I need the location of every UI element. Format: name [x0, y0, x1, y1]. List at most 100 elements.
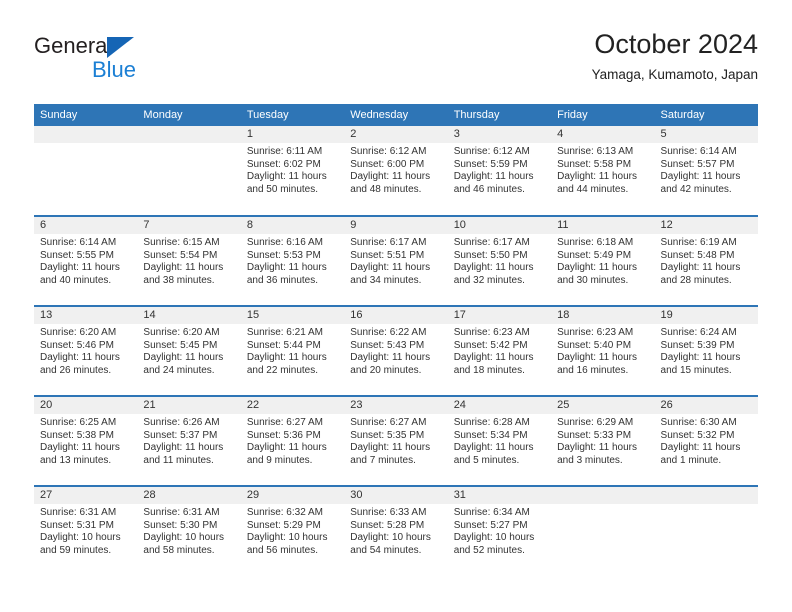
day-cell[interactable]: 24 Sunrise: 6:28 AM Sunset: 5:34 PM Dayl… — [447, 395, 552, 486]
day-cell[interactable]: 31 Sunrise: 6:34 AM Sunset: 5:27 PM Dayl… — [447, 485, 552, 576]
sunrise-text: Sunrise: 6:12 AM — [350, 146, 427, 157]
day-cell[interactable]: 26 Sunrise: 6:30 AM Sunset: 5:32 PM Dayl… — [654, 395, 758, 486]
day-cell[interactable]: 23 Sunrise: 6:27 AM Sunset: 5:35 PM Dayl… — [344, 395, 448, 486]
sunset-text: Sunset: 5:57 PM — [660, 158, 735, 170]
sunset-text: Sunset: 5:27 PM — [453, 519, 528, 531]
daylight-text-line1: Daylight: 11 hours — [350, 442, 431, 454]
day-cell[interactable] — [654, 485, 758, 576]
sunrise-text: Sunrise: 6:29 AM — [557, 417, 634, 428]
day-cell[interactable]: 21 Sunrise: 6:26 AM Sunset: 5:37 PM Dayl… — [137, 395, 241, 486]
sunrise-text: Sunrise: 6:32 AM — [246, 507, 323, 518]
day-details: Sunrise: 6:17 AM Sunset: 5:51 PM Dayligh… — [344, 234, 447, 287]
weekday-header-wednesday: Wednesday — [344, 104, 448, 126]
day-details: Sunrise: 6:15 AM Sunset: 5:54 PM Dayligh… — [137, 234, 240, 287]
daylight-text-line1: Daylight: 10 hours — [453, 532, 535, 544]
sunset-text: Sunset: 5:40 PM — [557, 339, 632, 351]
day-details: Sunrise: 6:23 AM Sunset: 5:42 PM Dayligh… — [448, 324, 551, 377]
day-cell[interactable]: 15 Sunrise: 6:21 AM Sunset: 5:44 PM Dayl… — [240, 305, 345, 396]
day-details: Sunrise: 6:14 AM Sunset: 5:57 PM Dayligh… — [655, 143, 758, 196]
day-cell[interactable]: 14 Sunrise: 6:20 AM Sunset: 5:45 PM Dayl… — [137, 305, 241, 396]
sunset-text: Sunset: 6:00 PM — [350, 158, 425, 170]
day-cell[interactable] — [137, 126, 241, 216]
calendar-week-row: 13 Sunrise: 6:20 AM Sunset: 5:46 PM Dayl… — [34, 305, 758, 396]
sunset-text: Sunset: 5:58 PM — [557, 158, 632, 170]
day-cell[interactable]: 5 Sunrise: 6:14 AM Sunset: 5:57 PM Dayli… — [654, 126, 758, 216]
calendar-week-row: 20 Sunrise: 6:25 AM Sunset: 5:38 PM Dayl… — [34, 395, 758, 486]
logo-text-general: General — [34, 33, 113, 58]
daylight-text-line2: and 36 minutes. — [246, 274, 319, 286]
day-cell[interactable] — [551, 485, 655, 576]
day-cell[interactable]: 2 Sunrise: 6:12 AM Sunset: 6:00 PM Dayli… — [344, 126, 448, 216]
day-cell[interactable]: 20 Sunrise: 6:25 AM Sunset: 5:38 PM Dayl… — [34, 395, 138, 486]
day-cell[interactable]: 29 Sunrise: 6:32 AM Sunset: 5:29 PM Dayl… — [240, 485, 345, 576]
day-cell[interactable]: 11 Sunrise: 6:18 AM Sunset: 5:49 PM Dayl… — [551, 215, 655, 306]
day-details: Sunrise: 6:33 AM Sunset: 5:28 PM Dayligh… — [344, 504, 447, 557]
day-details: Sunrise: 6:31 AM Sunset: 5:31 PM Dayligh… — [34, 504, 137, 557]
day-cell[interactable]: 18 Sunrise: 6:23 AM Sunset: 5:40 PM Dayl… — [551, 305, 655, 396]
day-cell[interactable]: 16 Sunrise: 6:22 AM Sunset: 5:43 PM Dayl… — [344, 305, 448, 396]
day-cell[interactable]: 1 Sunrise: 6:11 AM Sunset: 6:02 PM Dayli… — [240, 126, 345, 216]
calendar-week-row: 1 Sunrise: 6:11 AM Sunset: 6:02 PM Dayli… — [34, 126, 758, 216]
sunset-text: Sunset: 5:46 PM — [40, 339, 114, 351]
day-cell[interactable]: 25 Sunrise: 6:29 AM Sunset: 5:33 PM Dayl… — [551, 395, 655, 486]
day-number: 24 — [447, 397, 552, 414]
daylight-text-line1: Daylight: 10 hours — [143, 532, 225, 544]
daylight-text-line1: Daylight: 11 hours — [660, 442, 741, 454]
day-cell[interactable] — [34, 126, 138, 216]
day-number: 5 — [654, 126, 758, 143]
day-cell[interactable]: 3 Sunrise: 6:12 AM Sunset: 5:59 PM Dayli… — [447, 126, 552, 216]
day-number: 22 — [240, 397, 345, 414]
day-cell[interactable]: 8 Sunrise: 6:16 AM Sunset: 5:53 PM Dayli… — [240, 215, 345, 306]
day-cell[interactable]: 19 Sunrise: 6:24 AM Sunset: 5:39 PM Dayl… — [654, 305, 758, 396]
day-details: Sunrise: 6:25 AM Sunset: 5:38 PM Dayligh… — [34, 414, 137, 467]
daylight-text-line1: Daylight: 11 hours — [350, 352, 431, 364]
day-number: 17 — [447, 307, 552, 324]
sunset-text: Sunset: 5:29 PM — [246, 519, 321, 531]
sunrise-text: Sunrise: 6:22 AM — [350, 327, 427, 338]
daylight-text-line2: and 13 minutes. — [40, 454, 112, 466]
calendar-page: General Blue October 2024 Yamaga, Kumamo… — [0, 0, 792, 612]
day-details: Sunrise: 6:32 AM Sunset: 5:29 PM Dayligh… — [241, 504, 344, 557]
day-cell[interactable]: 10 Sunrise: 6:17 AM Sunset: 5:50 PM Dayl… — [447, 215, 552, 306]
day-cell[interactable]: 28 Sunrise: 6:31 AM Sunset: 5:30 PM Dayl… — [137, 485, 241, 576]
day-cell[interactable]: 6 Sunrise: 6:14 AM Sunset: 5:55 PM Dayli… — [34, 215, 138, 306]
day-number: 18 — [551, 307, 655, 324]
day-cell[interactable]: 30 Sunrise: 6:33 AM Sunset: 5:28 PM Dayl… — [344, 485, 448, 576]
day-number — [654, 487, 758, 504]
logo-text-blue: Blue — [92, 57, 137, 82]
day-cell[interactable]: 13 Sunrise: 6:20 AM Sunset: 5:46 PM Dayl… — [34, 305, 138, 396]
day-number: 13 — [34, 307, 138, 324]
daylight-text-line2: and 54 minutes. — [350, 544, 422, 556]
day-details: Sunrise: 6:34 AM Sunset: 5:27 PM Dayligh… — [448, 504, 551, 557]
day-number: 19 — [654, 307, 758, 324]
daylight-text-line2: and 34 minutes. — [350, 274, 422, 286]
day-cell[interactable]: 9 Sunrise: 6:17 AM Sunset: 5:51 PM Dayli… — [344, 215, 448, 306]
sunrise-text: Sunrise: 6:17 AM — [350, 237, 427, 248]
day-number: 1 — [240, 126, 345, 143]
sunset-text: Sunset: 5:35 PM — [350, 429, 425, 441]
day-details: Sunrise: 6:28 AM Sunset: 5:34 PM Dayligh… — [448, 414, 551, 467]
daylight-text-line1: Daylight: 11 hours — [557, 352, 637, 364]
sunset-text: Sunset: 5:34 PM — [453, 429, 528, 441]
sunrise-text: Sunrise: 6:28 AM — [453, 417, 530, 428]
sunset-text: Sunset: 5:36 PM — [246, 429, 321, 441]
day-details: Sunrise: 6:22 AM Sunset: 5:43 PM Dayligh… — [344, 324, 447, 377]
day-cell[interactable]: 27 Sunrise: 6:31 AM Sunset: 5:31 PM Dayl… — [34, 485, 138, 576]
day-details: Sunrise: 6:12 AM Sunset: 5:59 PM Dayligh… — [448, 143, 551, 196]
day-details: Sunrise: 6:14 AM Sunset: 5:55 PM Dayligh… — [34, 234, 137, 287]
day-cell[interactable]: 7 Sunrise: 6:15 AM Sunset: 5:54 PM Dayli… — [137, 215, 241, 306]
daylight-text-line1: Daylight: 11 hours — [143, 262, 224, 274]
weekday-header-thursday: Thursday — [447, 104, 552, 126]
day-cell[interactable]: 12 Sunrise: 6:19 AM Sunset: 5:48 PM Dayl… — [654, 215, 758, 306]
weekday-header-tuesday: Tuesday — [240, 104, 345, 126]
day-cell[interactable]: 17 Sunrise: 6:23 AM Sunset: 5:42 PM Dayl… — [447, 305, 552, 396]
sunset-text: Sunset: 5:49 PM — [557, 249, 632, 261]
day-cell[interactable]: 22 Sunrise: 6:27 AM Sunset: 5:36 PM Dayl… — [240, 395, 345, 486]
daylight-text-line1: Daylight: 11 hours — [660, 352, 741, 364]
day-number: 31 — [447, 487, 552, 504]
general-blue-logo[interactable]: General Blue — [34, 34, 224, 92]
sunrise-sunset-calendar: Sunday Monday Tuesday Wednesday Thursday… — [34, 104, 758, 576]
daylight-text-line2: and 26 minutes. — [40, 364, 112, 376]
day-cell[interactable]: 4 Sunrise: 6:13 AM Sunset: 5:58 PM Dayli… — [551, 126, 655, 216]
day-number: 15 — [240, 307, 345, 324]
